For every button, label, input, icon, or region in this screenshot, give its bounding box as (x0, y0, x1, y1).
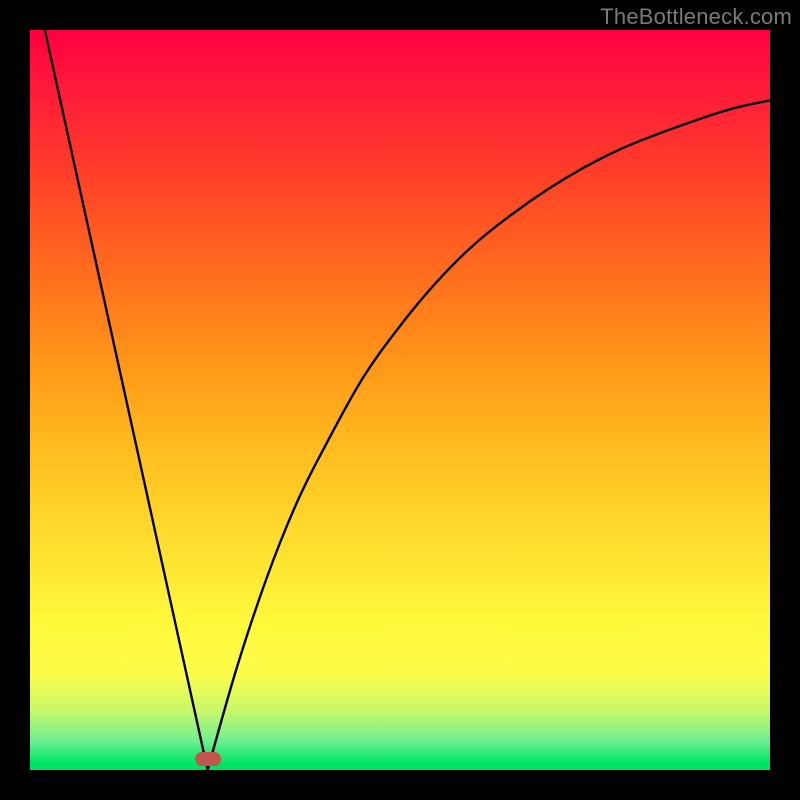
curve-svg (30, 30, 770, 770)
minimum-marker (195, 752, 221, 766)
watermark-text: TheBottleneck.com (600, 4, 792, 30)
plot-area (30, 30, 770, 770)
chart-frame: TheBottleneck.com (0, 0, 800, 800)
curve-left-segment (45, 30, 208, 770)
curve-right-segment (208, 100, 770, 770)
